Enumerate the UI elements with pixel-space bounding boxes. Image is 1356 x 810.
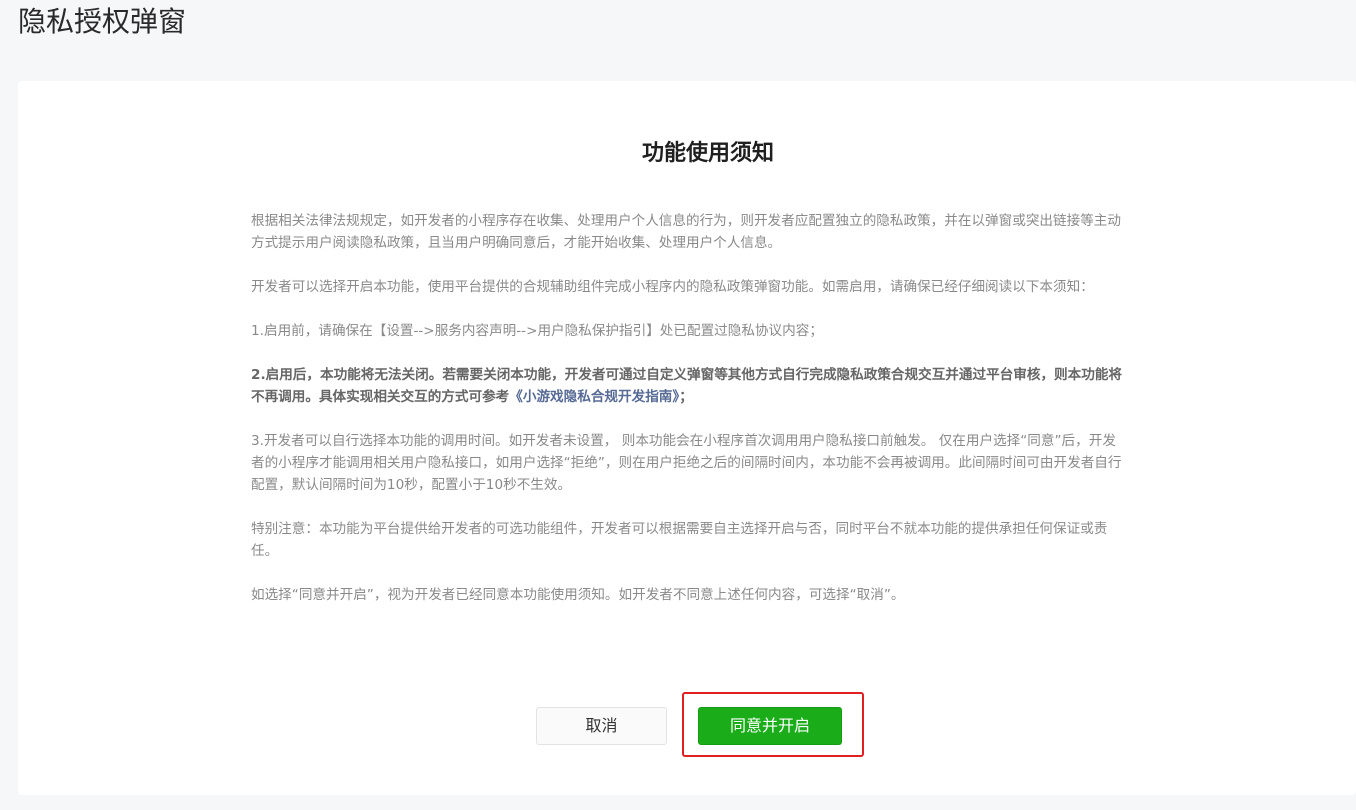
- notice-paragraph-special: 特别注意：本功能为平台提供给开发者的可选功能组件，开发者可以根据需要自主选择开启…: [251, 521, 1108, 559]
- dev-guide-link[interactable]: 《小游戏隐私合规开发指南》: [509, 389, 679, 405]
- notice-item-1: 1.启用前，请确保在【设置-->服务内容声明-->用户隐私保护指引】处已配置过隐…: [251, 323, 823, 339]
- notice-card: 功能使用须知 根据相关法律法规规定，如开发者的小程序存在收集、处理用户个人信息的…: [18, 81, 1356, 795]
- notice-paragraph-final: 如选择“同意并开启”，视为开发者已经同意本功能使用须知。如开发者不同意上述任何内…: [251, 587, 905, 603]
- notice-body: 根据相关法律法规规定，如开发者的小程序存在收集、处理用户个人信息的行为，则开发者…: [251, 210, 1127, 628]
- notice-paragraph-intro: 开发者可以选择开启本功能，使用平台提供的合规辅助组件完成小程序内的隐私政策弹窗功…: [251, 279, 1094, 295]
- page-title: 隐私授权弹窗: [18, 5, 187, 38]
- agree-and-enable-button[interactable]: 同意并开启: [698, 707, 842, 745]
- cancel-button[interactable]: 取消: [536, 707, 667, 745]
- notice-item-2: 2.启用后，本功能将无法关闭。若需要关闭本功能，开发者可通过自定义弹窗等其他方式…: [251, 364, 1127, 408]
- notice-item-2-end: ；: [679, 389, 693, 405]
- notice-item-3: 3.开发者可以自行选择本功能的调用时间。如开发者未设置， 则本功能会在小程序首次…: [251, 433, 1122, 493]
- notice-title: 功能使用须知: [641, 141, 774, 166]
- notice-paragraph-legal: 根据相关法律法规规定，如开发者的小程序存在收集、处理用户个人信息的行为，则开发者…: [251, 213, 1121, 251]
